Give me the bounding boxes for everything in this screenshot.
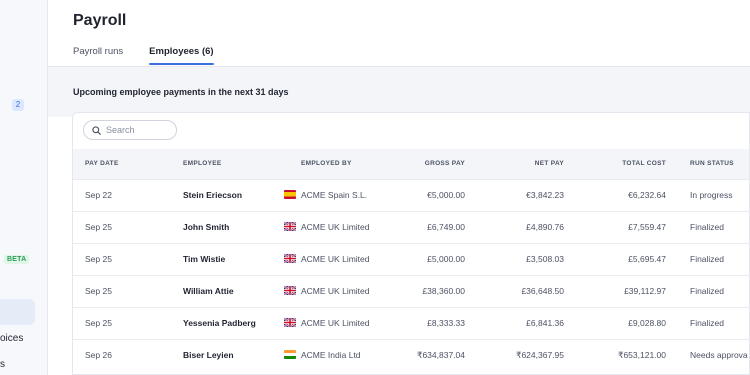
net-pay: £36,648.50 bbox=[521, 286, 564, 296]
run-status: Finalized bbox=[690, 222, 725, 232]
employer-name: ACME UK Limited bbox=[301, 286, 370, 296]
run-status: Finalized bbox=[690, 254, 725, 264]
section-header: Upcoming employee payments in the next 3… bbox=[48, 67, 750, 117]
employer-name: ACME UK Limited bbox=[301, 222, 370, 232]
run-status: In progress bbox=[690, 190, 733, 200]
run-status: Finalized bbox=[690, 318, 725, 328]
sidebar-item-partial[interactable]: s bbox=[0, 359, 5, 370]
page-title: Payroll bbox=[73, 12, 127, 29]
net-pay: £3,508.03 bbox=[526, 254, 564, 264]
employer-name: ACME Spain S.L. bbox=[301, 190, 368, 200]
sidebar-item-invoices[interactable]: oices bbox=[0, 333, 23, 344]
total-cost: €6,232.64 bbox=[628, 190, 666, 200]
header-pay-date[interactable]: PAY DATE bbox=[85, 160, 119, 167]
tab-bar: Payroll runs Employees (6) bbox=[73, 46, 215, 65]
table-header: PAY DATE EMPLOYEE EMPLOYED BY GROSS PAY … bbox=[73, 149, 749, 179]
pay-date: Sep 22 bbox=[85, 190, 112, 200]
gross-pay: £8,333.33 bbox=[427, 318, 465, 328]
section-subtitle: Upcoming employee payments in the next 3… bbox=[73, 87, 289, 97]
employer-name: ACME India Ltd bbox=[301, 350, 361, 360]
payments-table-card: PAY DATE EMPLOYEE EMPLOYED BY GROSS PAY … bbox=[72, 112, 750, 375]
employee-name: William Attie bbox=[183, 286, 234, 296]
es-flag-icon bbox=[284, 190, 296, 199]
sidebar: 2 BETA oices s bbox=[0, 0, 48, 375]
net-pay: £6,841.36 bbox=[526, 318, 564, 328]
sidebar-item-active[interactable] bbox=[0, 299, 35, 325]
total-cost: £39,112.97 bbox=[624, 286, 666, 296]
gross-pay: £6,749.00 bbox=[427, 222, 465, 232]
net-pay: €3,842.23 bbox=[526, 190, 564, 200]
table-row[interactable]: Sep 25 John Smith ACME UK Limited £6,749… bbox=[73, 211, 749, 243]
tab-payroll-runs[interactable]: Payroll runs bbox=[73, 46, 123, 65]
table-row[interactable]: Sep 26 Biser Leyien ACME India Ltd ₹634,… bbox=[73, 339, 749, 371]
search-icon bbox=[92, 125, 101, 135]
search-box[interactable] bbox=[83, 120, 177, 140]
header-run-status[interactable]: RUN STATUS bbox=[690, 160, 734, 167]
employee-name: Stein Eriecson bbox=[183, 190, 243, 200]
gross-pay: £5,000.00 bbox=[427, 254, 465, 264]
total-cost: £5,695.47 bbox=[628, 254, 666, 264]
header-gross-pay[interactable]: GROSS PAY bbox=[425, 160, 465, 167]
uk-flag-icon bbox=[284, 286, 296, 295]
header-total-cost[interactable]: TOTAL COST bbox=[622, 160, 666, 167]
main-content: Payroll Payroll runs Employees (6) Upcom… bbox=[48, 0, 750, 375]
employee-name: John Smith bbox=[183, 222, 230, 232]
pay-date: Sep 25 bbox=[85, 222, 112, 232]
uk-flag-icon bbox=[284, 318, 296, 327]
gross-pay: €5,000.00 bbox=[427, 190, 465, 200]
run-status: Finalized bbox=[690, 286, 725, 296]
net-pay: £4,890.76 bbox=[526, 222, 564, 232]
table-row[interactable]: Sep 25 William Attie ACME UK Limited £38… bbox=[73, 275, 749, 307]
in-flag-icon bbox=[284, 350, 296, 359]
net-pay: ₹624,367.95 bbox=[516, 350, 564, 360]
total-cost: ₹653,121.00 bbox=[618, 350, 666, 360]
total-cost: £7,559.47 bbox=[628, 222, 666, 232]
header-employed-by[interactable]: EMPLOYED BY bbox=[301, 160, 352, 167]
search-input[interactable] bbox=[106, 125, 166, 135]
employee-name: Tim Wistie bbox=[183, 254, 226, 264]
total-cost: £9,028.80 bbox=[628, 318, 666, 328]
uk-flag-icon bbox=[284, 254, 296, 263]
sidebar-count-badge: 2 bbox=[12, 99, 24, 111]
pay-date: Sep 25 bbox=[85, 318, 112, 328]
pay-date: Sep 26 bbox=[85, 350, 112, 360]
gross-pay: £38,360.00 bbox=[422, 286, 465, 296]
employer-name: ACME UK Limited bbox=[301, 254, 370, 264]
header-net-pay[interactable]: NET PAY bbox=[535, 160, 564, 167]
gross-pay: ₹634,837.04 bbox=[417, 350, 465, 360]
pay-date: Sep 25 bbox=[85, 254, 112, 264]
tab-employees[interactable]: Employees (6) bbox=[149, 46, 215, 65]
uk-flag-icon bbox=[284, 222, 296, 231]
table-row[interactable]: Sep 22 Stein Eriecson ACME Spain S.L. €5… bbox=[73, 179, 749, 211]
table-row[interactable]: Sep 25 Yessenia Padberg ACME UK Limited … bbox=[73, 307, 749, 339]
employer-name: ACME UK Limited bbox=[301, 318, 370, 328]
employee-name: Biser Leyien bbox=[183, 350, 234, 360]
table-row[interactable]: Sep 25 Tim Wistie ACME UK Limited £5,000… bbox=[73, 243, 749, 275]
run-status: Needs approva bbox=[690, 350, 748, 360]
pay-date: Sep 25 bbox=[85, 286, 112, 296]
beta-badge: BETA bbox=[4, 255, 30, 264]
employee-name: Yessenia Padberg bbox=[183, 318, 256, 328]
header-employee[interactable]: EMPLOYEE bbox=[183, 160, 222, 167]
